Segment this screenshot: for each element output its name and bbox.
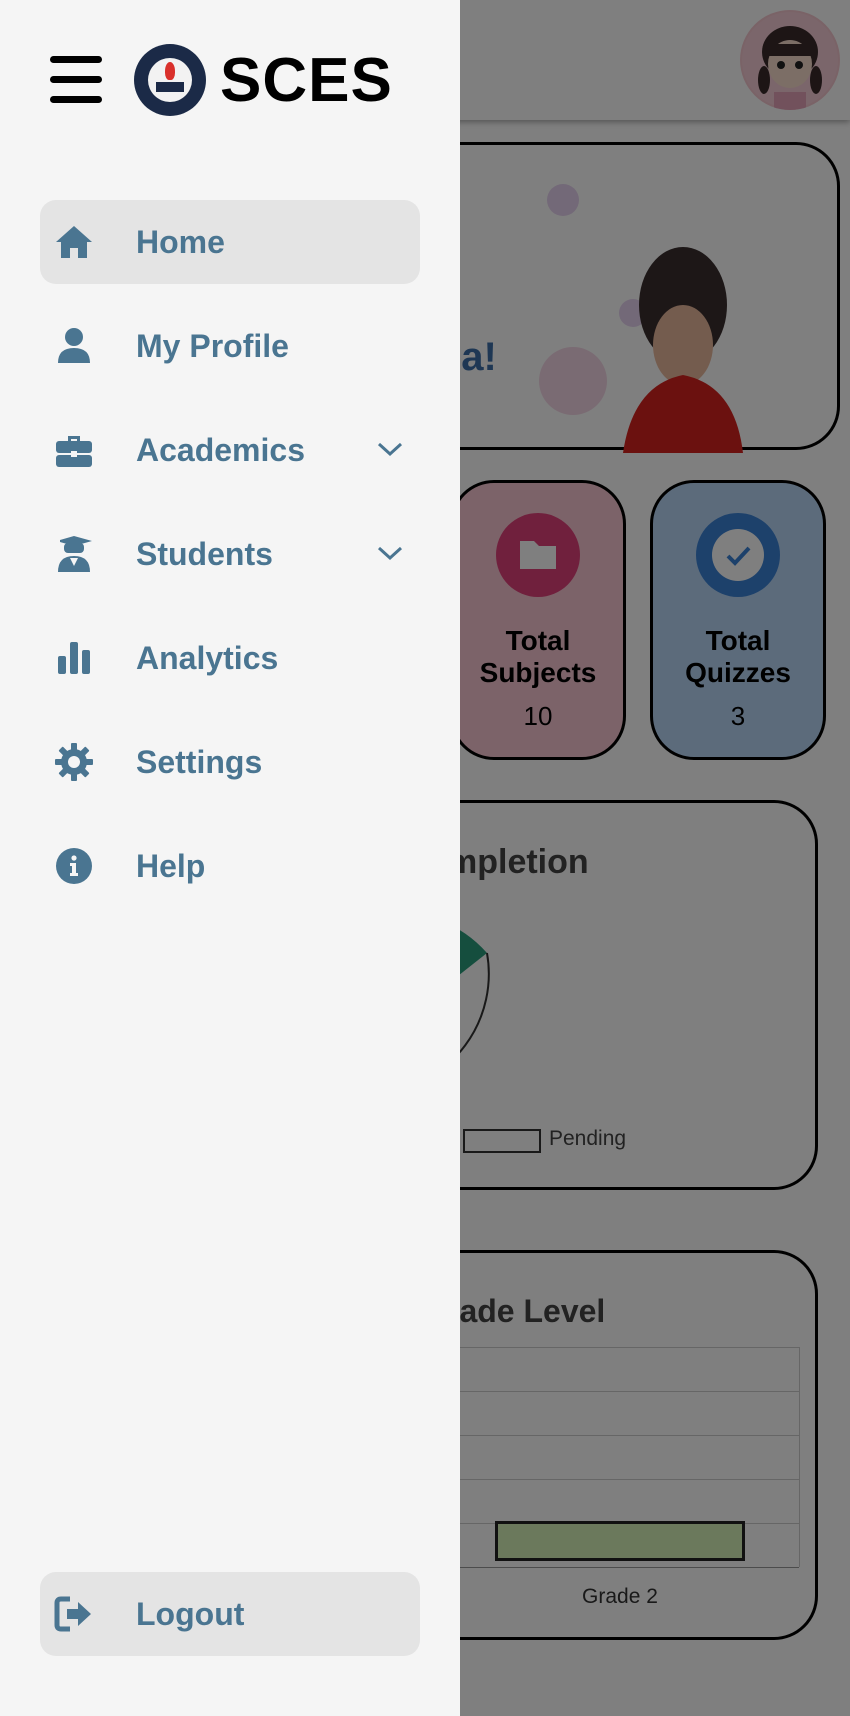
logout-button[interactable]: Logout — [40, 1572, 420, 1656]
sidebar-item-my-profile[interactable]: My Profile — [40, 304, 420, 388]
sidebar-item-label: Students — [136, 536, 273, 572]
sidebar-item-label: Academics — [136, 432, 305, 468]
menu-icon[interactable] — [48, 56, 104, 104]
gear-icon — [55, 743, 93, 781]
graduate-icon — [58, 536, 92, 572]
sidebar-nav: Home My Profile Academics Students Analy… — [40, 200, 420, 928]
sidebar-item-label: Settings — [136, 744, 263, 780]
sidebar-item-home[interactable]: Home — [40, 200, 420, 284]
logout-label: Logout — [136, 1596, 245, 1632]
user-icon — [58, 328, 90, 363]
sidebar-item-label: Analytics — [136, 640, 279, 676]
sidebar-item-label: Help — [136, 848, 206, 884]
sidebar-item-label: My Profile — [136, 328, 289, 364]
home-icon — [56, 226, 92, 258]
chevron-down-icon[interactable] — [376, 438, 404, 460]
brand-header: SCES — [48, 42, 393, 118]
sidebar-item-help[interactable]: Help — [40, 824, 420, 908]
bar-chart-icon — [58, 642, 90, 674]
sidebar-item-academics[interactable]: Academics — [40, 408, 420, 492]
briefcase-icon — [56, 436, 92, 467]
app-name: SCES — [220, 45, 393, 115]
school-logo — [134, 44, 206, 116]
info-icon — [56, 848, 92, 884]
logout-icon — [54, 1596, 91, 1632]
sidebar-item-students[interactable]: Students — [40, 512, 420, 596]
chevron-down-icon[interactable] — [376, 542, 404, 564]
sidebar-item-label: Home — [136, 224, 225, 260]
sidebar-item-analytics[interactable]: Analytics — [40, 616, 420, 700]
sidebar-item-settings[interactable]: Settings — [40, 720, 420, 804]
side-drawer: SCES Home My Profile Academics Students … — [0, 0, 460, 1716]
